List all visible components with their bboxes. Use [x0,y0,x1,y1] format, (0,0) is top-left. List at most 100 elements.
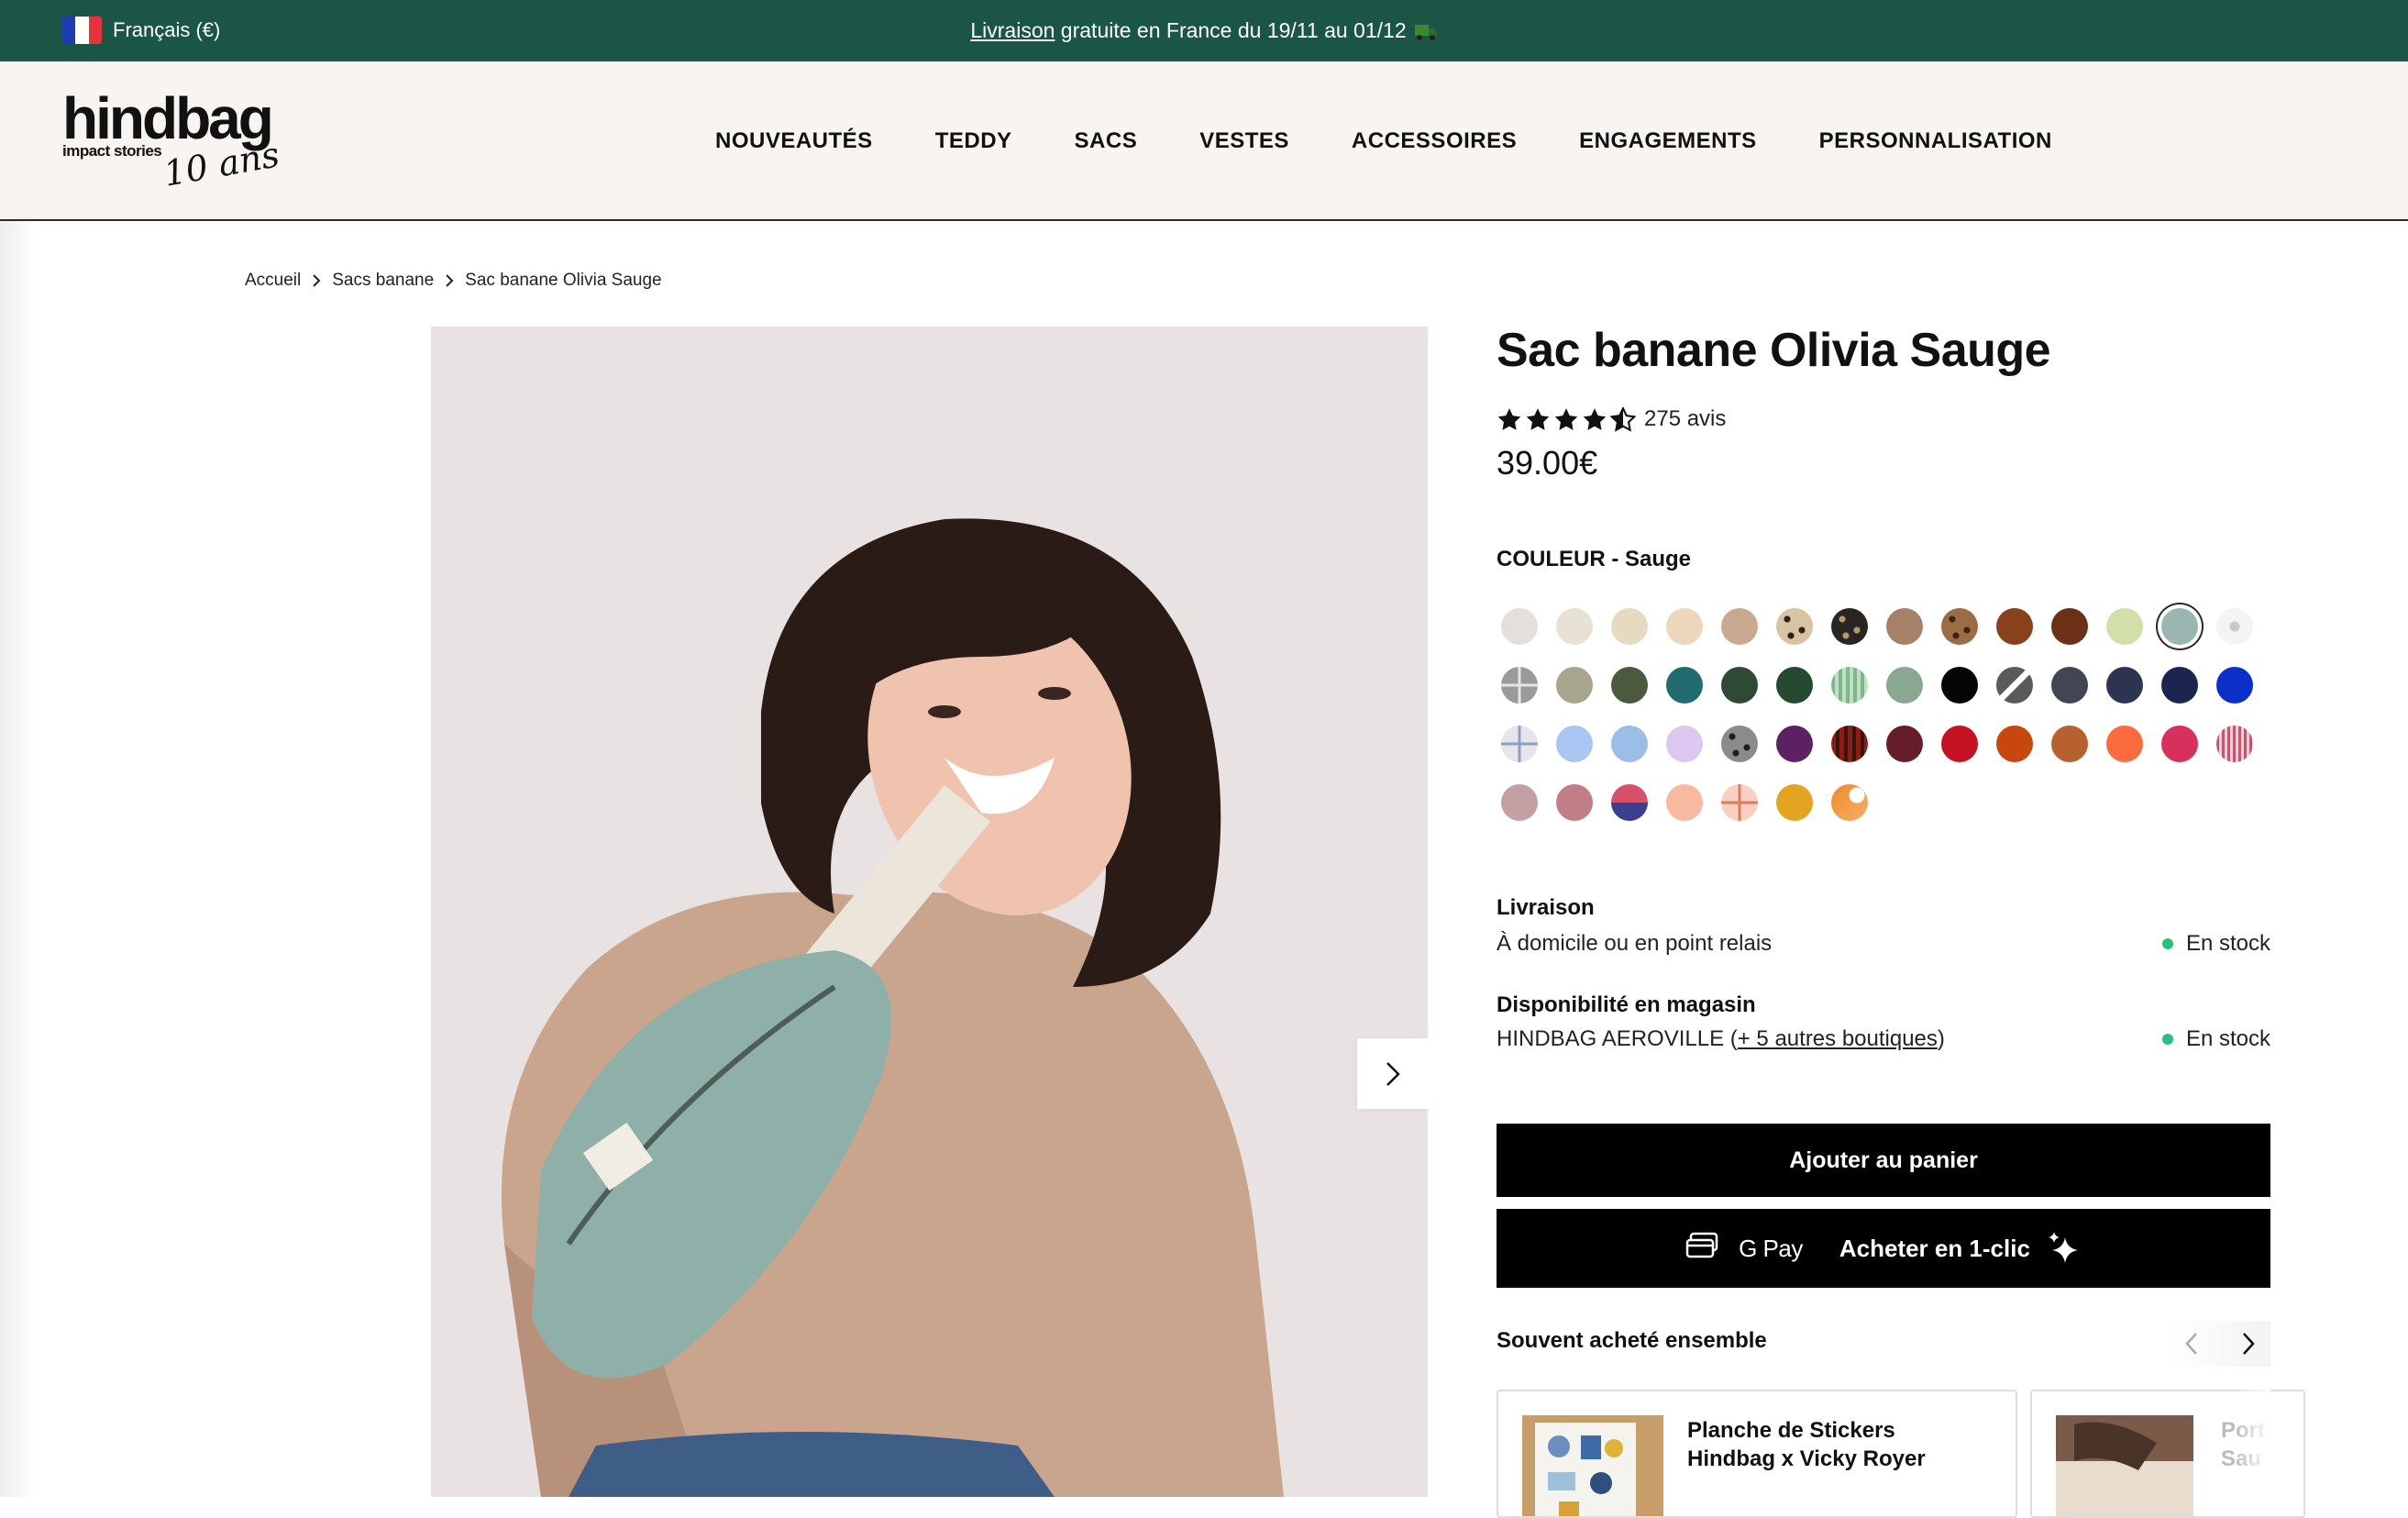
store-availability-text: HINDBAG AEROVILLE (+ 5 autres boutiques) [1497,1026,1945,1052]
color-swatch[interactable] [1776,667,1813,704]
color-swatch[interactable] [2161,726,2198,762]
announcement-delivery-link[interactable]: Livraison [970,18,1055,42]
color-swatch[interactable] [1831,784,1868,821]
color-swatch[interactable] [1886,726,1923,762]
color-swatch[interactable] [1556,726,1593,762]
announcement: Livraison gratuite en France du 19/11 au… [0,0,2408,61]
color-swatch[interactable] [1941,608,1978,645]
color-swatch[interactable] [1941,726,1978,762]
star-icon [1497,407,1521,430]
add-to-cart-label: Ajouter au panier [1789,1147,1978,1173]
color-swatch[interactable] [1776,784,1813,821]
color-swatch[interactable] [2051,726,2088,762]
announcement-bar: Livraison gratuite en France du 19/11 au… [0,0,2408,61]
color-swatch[interactable] [1721,667,1758,704]
nav-teddy[interactable]: TEDDY [935,128,1012,154]
delivery-heading: Livraison [1497,895,1595,920]
color-swatch[interactable] [1556,667,1593,704]
recommended-product-title: Planche de Stickers Hindbag x Vicky Roye… [1687,1416,1926,1473]
color-swatch[interactable] [1831,726,1868,762]
store-stock-status: En stock [2161,1026,2270,1052]
recommended-product-card[interactable]: Planche de Stickers Hindbag x Vicky Roye… [1497,1390,2017,1518]
breadcrumb-current: Sac banane Olivia Sauge [465,271,662,290]
card-icon [1685,1232,1718,1266]
logo-wordmark: hindbag [62,85,274,151]
breadcrumb-category[interactable]: Sacs banane [332,271,434,291]
nav-personnalisation[interactable]: PERSONNALISATION [1819,128,2052,154]
add-to-cart-button[interactable]: Ajouter au panier [1497,1124,2270,1197]
color-swatch[interactable] [2216,608,2253,645]
color-swatch[interactable] [1611,667,1648,704]
color-swatch[interactable] [1666,667,1703,704]
language-label: Français (€) [113,18,221,41]
color-swatch[interactable] [1831,667,1868,704]
gallery-next-button[interactable] [1357,1038,1428,1109]
color-swatch[interactable] [1721,726,1758,762]
star-half-icon [1610,406,1636,432]
stickers-thumbnail [1522,1415,1663,1516]
color-swatch[interactable] [1776,608,1813,645]
color-swatch[interactable] [2106,608,2143,645]
color-swatch[interactable] [1501,726,1538,762]
one-click-buy-button[interactable]: G Pay Acheter en 1-clic [1497,1209,2270,1288]
color-swatch[interactable] [1666,608,1703,645]
color-swatch[interactable] [1941,667,1978,704]
color-swatch[interactable] [2106,726,2143,762]
card-title-line: Planche de Stickers [1687,1418,1895,1443]
chevron-right-icon [312,273,321,288]
announcement-text: gratuite en France du 19/11 au 01/12 [1055,18,1407,42]
color-swatch[interactable] [1886,608,1923,645]
color-swatch[interactable] [2051,608,2088,645]
color-swatch[interactable] [1886,667,1923,704]
color-swatch[interactable] [1611,608,1648,645]
color-swatch[interactable] [1996,726,2033,762]
breadcrumb-home[interactable]: Accueil [245,271,301,291]
color-swatch[interactable] [1666,784,1703,821]
nav-engagements[interactable]: ENGAGEMENTS [1579,128,1757,154]
other-stores-link[interactable]: + 5 autres boutiques [1738,1026,1938,1051]
carousel-fade [2234,1376,2270,1497]
carousel-next-button[interactable] [2241,1331,2256,1357]
card-title-line: Hindbag x Vicky Royer [1687,1446,1926,1471]
color-label: COULEUR - Sauge [1497,547,1692,571]
color-swatch[interactable] [1556,608,1593,645]
color-swatch[interactable] [1501,784,1538,821]
color-swatch[interactable] [1721,784,1758,821]
product-thumbnail [2056,1415,2193,1516]
product-rating[interactable]: 275 avis [1497,406,1726,432]
color-swatch[interactable] [1611,726,1648,762]
site-header: hindbag impact stories 10 ans NOUVEAUTÉS… [0,61,2408,221]
product-title: Sac banane Olivia Sauge [1497,324,2051,377]
color-swatch[interactable] [2051,667,2088,704]
color-swatch[interactable] [1501,608,1538,645]
color-swatch[interactable] [1501,667,1538,704]
color-swatch[interactable] [2216,726,2253,762]
in-stock-dot-icon [2161,938,2173,949]
color-swatch[interactable] [2161,667,2198,704]
color-swatch[interactable] [1721,608,1758,645]
color-swatch[interactable] [1556,784,1593,821]
hindbag-logo[interactable]: hindbag impact stories 10 ans [62,89,282,199]
carousel-prev-button[interactable] [2184,1331,2199,1357]
nav-sacs[interactable]: SACS [1075,128,1138,154]
product-price: 39.00€ [1497,444,1598,482]
france-flag-icon [62,17,102,44]
language-currency-selector[interactable]: Français (€) [62,15,220,46]
color-swatch[interactable] [1996,608,2033,645]
nav-accessoires[interactable]: ACCESSOIRES [1352,128,1517,154]
color-swatch[interactable] [1666,726,1703,762]
product-photo [431,327,1428,1497]
color-swatch[interactable] [1611,784,1648,821]
nav-vestes[interactable]: VESTES [1199,128,1289,154]
color-swatch[interactable] [1996,667,2033,704]
reviews-count[interactable]: 275 avis [1644,406,1726,432]
in-stock-dot-icon [2161,1034,2173,1045]
nav-nouveautes[interactable]: NOUVEAUTÉS [715,128,873,154]
color-swatch[interactable] [1776,726,1813,762]
product-image[interactable] [431,327,1428,1497]
color-swatch[interactable] [1831,608,1868,645]
color-swatch[interactable] [2216,667,2253,704]
color-swatch[interactable] [2106,667,2143,704]
truck-icon [1414,4,1438,65]
color-swatch[interactable] [2161,608,2198,645]
